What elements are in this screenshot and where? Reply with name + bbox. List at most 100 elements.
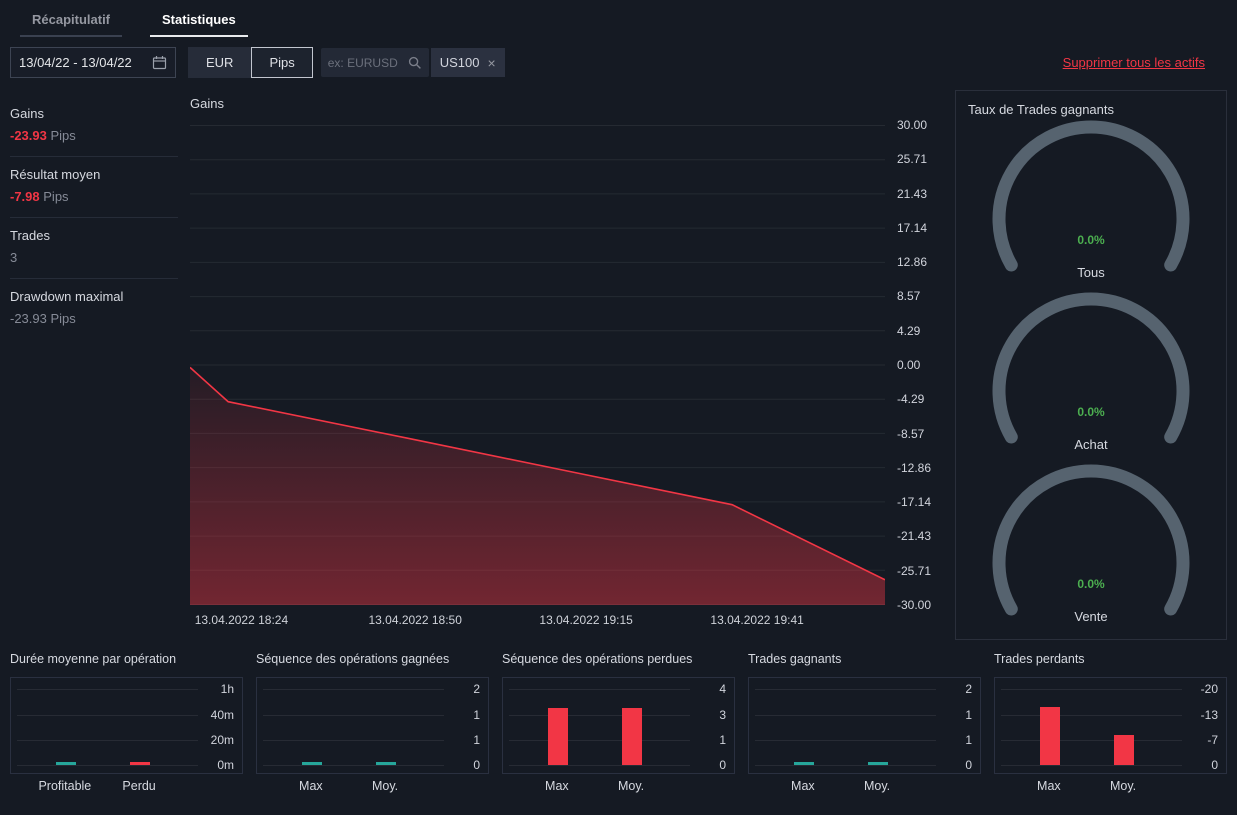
bar-chart: 4 3 1 0 <box>502 677 735 774</box>
y-axis-tick: 40m <box>210 707 234 722</box>
grid-line <box>17 765 198 767</box>
bar-max <box>1039 706 1060 766</box>
grid-line <box>509 714 690 716</box>
x-axis-label: 13.04.2022 18:24 <box>194 613 289 627</box>
x-axis-label: Moy. <box>1109 779 1137 793</box>
grid-line <box>1001 689 1182 691</box>
gains-x-axis: 13.04.2022 18:24 13.04.2022 18:50 13.04.20… <box>190 607 885 629</box>
chip-close-icon[interactable]: × <box>488 56 496 70</box>
grid-line <box>1001 714 1182 716</box>
remove-all-assets-link[interactable]: Supprimer tous les actifs <box>1063 55 1205 70</box>
calendar-icon <box>152 56 167 70</box>
gauges-list: 0.0% Tous 0.0% Achat 0.0% Vente <box>968 119 1214 631</box>
search-icon <box>408 56 421 69</box>
y-axis-tick: -21.43 <box>897 529 932 544</box>
grid-line <box>509 740 690 742</box>
x-axis-label: Perdu <box>122 779 156 793</box>
asset-search <box>320 48 429 77</box>
x-axis-label: Profitable <box>38 779 92 793</box>
date-range-input[interactable]: 13/04/22 - 13/04/22 <box>10 47 176 78</box>
stat-label: Résultat moyen <box>10 167 101 182</box>
y-axis-tick: 20m <box>210 733 234 748</box>
grid-line <box>509 689 690 691</box>
gauge-value: 0.0% <box>1077 577 1105 591</box>
tab-recapitulatif[interactable]: Récapitulatif <box>20 6 123 37</box>
unit-pips-button[interactable]: Pips <box>251 47 313 78</box>
x-axis-label: Moy. <box>863 779 891 793</box>
y-axis-tick: 4 <box>719 682 726 697</box>
bar-moy <box>622 708 643 766</box>
asset-chip-label: US100 <box>439 55 480 70</box>
stat-label: Gains <box>10 106 44 121</box>
panel-win-sequence: Séquence des opérations gagnées 2 1 1 0 Max… <box>256 652 489 797</box>
grid-line <box>17 689 198 691</box>
stat-resultat-moyen: Résultat moyen -7.98 Pips <box>10 157 178 218</box>
x-axis-label: 13.04.2022 18:50 <box>368 613 462 627</box>
gains-line-chart <box>190 125 885 605</box>
stat-value: 3 <box>10 250 18 265</box>
panel-win-trades: Trades gagnants 2 1 1 0 Max Moy. <box>748 652 981 797</box>
y-axis-tick: -13 <box>1200 707 1218 722</box>
x-axis-label: 13.04.2022 19:15 <box>539 613 633 627</box>
gauge-arc <box>992 120 1190 272</box>
search-input[interactable] <box>327 55 408 70</box>
bar-chart-x-axis: Profitable Perdu <box>10 777 243 797</box>
panel-title: Trades gagnants <box>748 652 842 666</box>
y-axis-tick: -17.14 <box>897 495 932 510</box>
y-axis-tick: -8.57 <box>897 426 925 441</box>
gauge-label: Achat <box>1074 437 1108 452</box>
win-rate-panel: Taux de Trades gagnants 0.0% Tous 0.0% Acha… <box>955 90 1227 640</box>
bar-moy <box>868 762 889 766</box>
bar-perdu <box>130 762 151 766</box>
y-axis-tick: 12.86 <box>897 255 928 270</box>
gauge-achat: 0.0% Achat <box>981 291 1201 459</box>
bar-chart-x-axis: Max Moy. <box>994 777 1227 797</box>
stat-label: Trades <box>10 228 50 243</box>
y-axis-tick: 1h <box>220 682 234 697</box>
gains-chart-panel: Gains 30.00 25.71 21.43 17.14 12.86 8.57 4.29 0… <box>190 90 947 640</box>
stats-sidebar: Gains -23.93 Pips Résultat moyen -7.98 P… <box>10 90 182 640</box>
bar-moy <box>1114 735 1135 766</box>
y-axis-tick: 0 <box>473 758 480 773</box>
bar-max <box>547 708 568 766</box>
bar-moy <box>376 762 397 766</box>
win-rate-title: Taux de Trades gagnants <box>968 102 1114 117</box>
x-axis-label: Max <box>545 779 569 793</box>
bar-chart-x-axis: Max Moy. <box>502 777 735 797</box>
y-axis-tick: 4.29 <box>897 323 921 338</box>
x-axis-label: Max <box>299 779 323 793</box>
gains-chart: 30.00 25.71 21.43 17.14 12.86 8.57 4.29 0.00 -4.… <box>190 118 947 635</box>
bar-chart: 1h 40m 20m 0m <box>10 677 243 774</box>
y-axis-tick: 2 <box>965 682 972 697</box>
x-axis-label: Moy. <box>371 779 399 793</box>
bar-chart: -20 -13 -7 0 <box>994 677 1227 774</box>
panel-title: Trades perdants <box>994 652 1085 666</box>
y-axis-tick: -4.29 <box>897 392 925 407</box>
stat-value: -23.93 <box>10 128 47 143</box>
asset-chip-us100[interactable]: US100 × <box>430 48 505 77</box>
stat-value: -7.98 <box>10 189 40 204</box>
y-axis-tick: 1 <box>473 733 480 748</box>
stat-label: Drawdown maximal <box>10 289 124 304</box>
y-axis-tick: 8.57 <box>897 289 921 304</box>
unit-toggle-group: EUR Pips <box>188 47 313 78</box>
gains-plot-area[interactable] <box>190 125 885 605</box>
bar-chart: 2 1 1 0 <box>748 677 981 774</box>
y-axis-tick: 1 <box>473 707 480 722</box>
main-content: Gains -23.93 Pips Résultat moyen -7.98 P… <box>0 90 1237 640</box>
panel-title: Séquence des opérations perdues <box>502 652 693 666</box>
y-axis-tick: -20 <box>1200 682 1218 697</box>
grid-line <box>263 740 444 742</box>
tab-statistiques[interactable]: Statistiques <box>150 6 248 37</box>
grid-line <box>755 689 936 691</box>
bar-max <box>793 762 814 766</box>
x-axis-label: Max <box>791 779 815 793</box>
stat-drawdown: Drawdown maximal -23.93 Pips <box>10 279 178 339</box>
y-axis-tick: 1 <box>965 707 972 722</box>
gauge-tous: 0.0% Tous <box>981 119 1201 287</box>
stat-unit: Pips <box>50 128 76 143</box>
grid-line <box>263 714 444 716</box>
stat-gains: Gains -23.93 Pips <box>10 96 178 157</box>
y-axis-tick: 21.43 <box>897 186 928 201</box>
currency-eur-button[interactable]: EUR <box>188 47 252 78</box>
